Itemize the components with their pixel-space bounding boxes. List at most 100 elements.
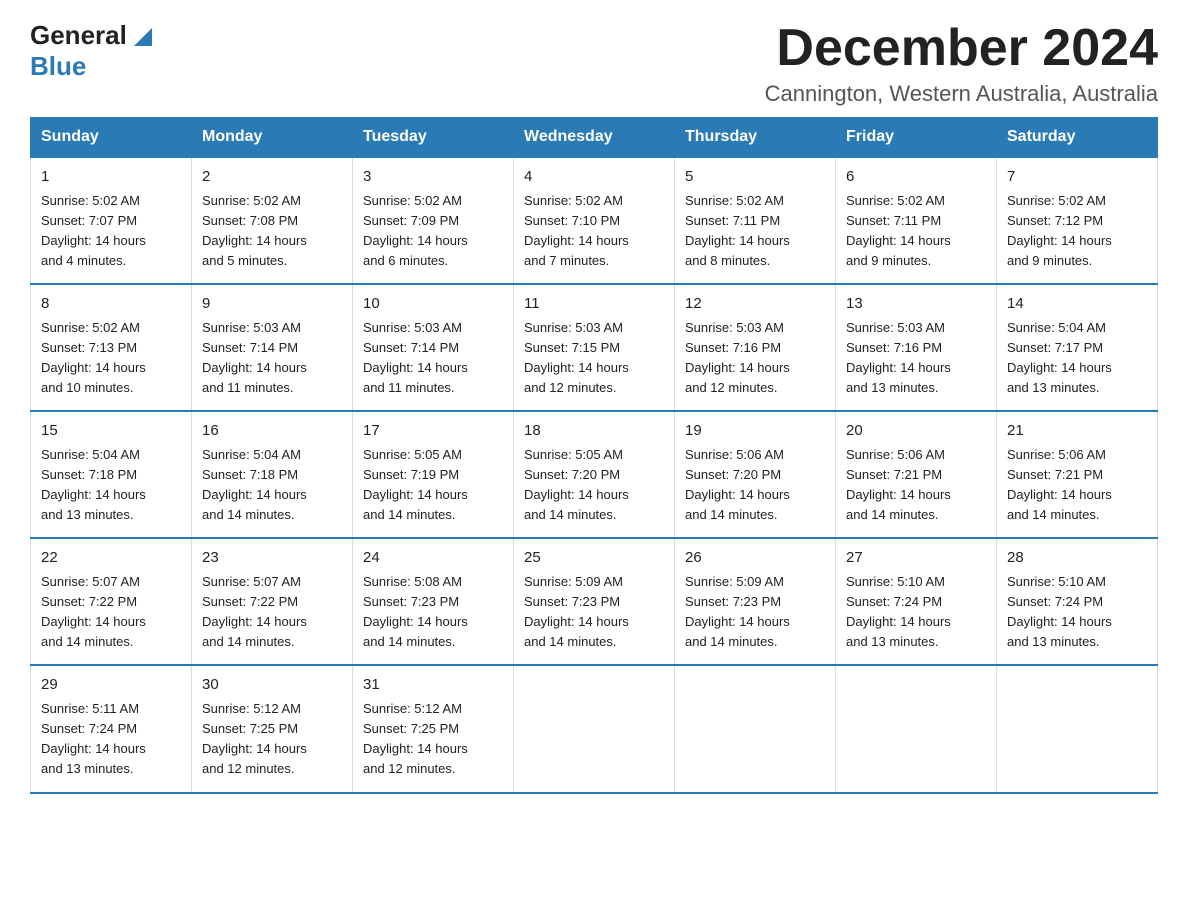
day-info: Sunrise: 5:02 AMSunset: 7:11 PMDaylight:… <box>685 193 790 268</box>
day-number: 6 <box>846 166 986 189</box>
calendar-week-5: 29 Sunrise: 5:11 AMSunset: 7:24 PMDaylig… <box>31 665 1158 792</box>
calendar-day-cell: 28 Sunrise: 5:10 AMSunset: 7:24 PMDaylig… <box>997 538 1158 665</box>
calendar-day-cell: 21 Sunrise: 5:06 AMSunset: 7:21 PMDaylig… <box>997 411 1158 538</box>
header-wednesday: Wednesday <box>514 118 675 158</box>
calendar-day-cell: 17 Sunrise: 5:05 AMSunset: 7:19 PMDaylig… <box>353 411 514 538</box>
calendar-day-cell: 22 Sunrise: 5:07 AMSunset: 7:22 PMDaylig… <box>31 538 192 665</box>
day-info: Sunrise: 5:02 AMSunset: 7:10 PMDaylight:… <box>524 193 629 268</box>
day-number: 30 <box>202 674 342 697</box>
day-info: Sunrise: 5:02 AMSunset: 7:11 PMDaylight:… <box>846 193 951 268</box>
calendar-day-cell: 19 Sunrise: 5:06 AMSunset: 7:20 PMDaylig… <box>675 411 836 538</box>
logo: General Blue <box>30 20 156 82</box>
calendar-day-cell: 27 Sunrise: 5:10 AMSunset: 7:24 PMDaylig… <box>836 538 997 665</box>
day-number: 5 <box>685 166 825 189</box>
day-number: 19 <box>685 420 825 443</box>
calendar-day-cell: 6 Sunrise: 5:02 AMSunset: 7:11 PMDayligh… <box>836 157 997 284</box>
page-header: General Blue December 2024 Cannington, W… <box>30 20 1158 107</box>
day-number: 25 <box>524 547 664 570</box>
day-info: Sunrise: 5:09 AMSunset: 7:23 PMDaylight:… <box>685 574 790 649</box>
calendar-week-1: 1 Sunrise: 5:02 AMSunset: 7:07 PMDayligh… <box>31 157 1158 284</box>
day-number: 22 <box>41 547 181 570</box>
calendar-day-cell: 5 Sunrise: 5:02 AMSunset: 7:11 PMDayligh… <box>675 157 836 284</box>
day-info: Sunrise: 5:02 AMSunset: 7:13 PMDaylight:… <box>41 320 146 395</box>
calendar-week-4: 22 Sunrise: 5:07 AMSunset: 7:22 PMDaylig… <box>31 538 1158 665</box>
day-info: Sunrise: 5:12 AMSunset: 7:25 PMDaylight:… <box>363 701 468 776</box>
day-info: Sunrise: 5:11 AMSunset: 7:24 PMDaylight:… <box>41 701 146 776</box>
calendar-day-cell: 3 Sunrise: 5:02 AMSunset: 7:09 PMDayligh… <box>353 157 514 284</box>
header-tuesday: Tuesday <box>353 118 514 158</box>
calendar-day-cell: 20 Sunrise: 5:06 AMSunset: 7:21 PMDaylig… <box>836 411 997 538</box>
day-number: 3 <box>363 166 503 189</box>
day-number: 29 <box>41 674 181 697</box>
day-info: Sunrise: 5:04 AMSunset: 7:17 PMDaylight:… <box>1007 320 1112 395</box>
calendar-table: Sunday Monday Tuesday Wednesday Thursday… <box>30 117 1158 793</box>
day-info: Sunrise: 5:02 AMSunset: 7:07 PMDaylight:… <box>41 193 146 268</box>
day-info: Sunrise: 5:03 AMSunset: 7:14 PMDaylight:… <box>202 320 307 395</box>
day-number: 9 <box>202 293 342 316</box>
day-number: 26 <box>685 547 825 570</box>
calendar-day-cell: 8 Sunrise: 5:02 AMSunset: 7:13 PMDayligh… <box>31 284 192 411</box>
day-info: Sunrise: 5:03 AMSunset: 7:16 PMDaylight:… <box>685 320 790 395</box>
day-number: 24 <box>363 547 503 570</box>
day-number: 1 <box>41 166 181 189</box>
day-info: Sunrise: 5:03 AMSunset: 7:15 PMDaylight:… <box>524 320 629 395</box>
logo-blue-text: Blue <box>30 51 86 81</box>
day-info: Sunrise: 5:06 AMSunset: 7:21 PMDaylight:… <box>1007 447 1112 522</box>
calendar-day-cell: 7 Sunrise: 5:02 AMSunset: 7:12 PMDayligh… <box>997 157 1158 284</box>
header-sunday: Sunday <box>31 118 192 158</box>
day-number: 27 <box>846 547 986 570</box>
calendar-day-cell: 9 Sunrise: 5:03 AMSunset: 7:14 PMDayligh… <box>192 284 353 411</box>
title-block: December 2024 Cannington, Western Austra… <box>765 20 1158 107</box>
header-monday: Monday <box>192 118 353 158</box>
calendar-day-cell: 24 Sunrise: 5:08 AMSunset: 7:23 PMDaylig… <box>353 538 514 665</box>
day-info: Sunrise: 5:02 AMSunset: 7:12 PMDaylight:… <box>1007 193 1112 268</box>
day-number: 4 <box>524 166 664 189</box>
header-thursday: Thursday <box>675 118 836 158</box>
day-info: Sunrise: 5:07 AMSunset: 7:22 PMDaylight:… <box>41 574 146 649</box>
calendar-day-cell: 16 Sunrise: 5:04 AMSunset: 7:18 PMDaylig… <box>192 411 353 538</box>
day-number: 11 <box>524 293 664 316</box>
header-friday: Friday <box>836 118 997 158</box>
calendar-day-cell: 14 Sunrise: 5:04 AMSunset: 7:17 PMDaylig… <box>997 284 1158 411</box>
day-number: 15 <box>41 420 181 443</box>
day-info: Sunrise: 5:05 AMSunset: 7:19 PMDaylight:… <box>363 447 468 522</box>
calendar-day-cell: 26 Sunrise: 5:09 AMSunset: 7:23 PMDaylig… <box>675 538 836 665</box>
calendar-day-cell: 13 Sunrise: 5:03 AMSunset: 7:16 PMDaylig… <box>836 284 997 411</box>
calendar-day-cell <box>997 665 1158 792</box>
calendar-week-2: 8 Sunrise: 5:02 AMSunset: 7:13 PMDayligh… <box>31 284 1158 411</box>
calendar-day-cell: 30 Sunrise: 5:12 AMSunset: 7:25 PMDaylig… <box>192 665 353 792</box>
day-info: Sunrise: 5:06 AMSunset: 7:20 PMDaylight:… <box>685 447 790 522</box>
day-info: Sunrise: 5:03 AMSunset: 7:14 PMDaylight:… <box>363 320 468 395</box>
calendar-day-cell <box>514 665 675 792</box>
calendar-week-3: 15 Sunrise: 5:04 AMSunset: 7:18 PMDaylig… <box>31 411 1158 538</box>
calendar-day-cell: 31 Sunrise: 5:12 AMSunset: 7:25 PMDaylig… <box>353 665 514 792</box>
day-number: 8 <box>41 293 181 316</box>
calendar-day-cell: 1 Sunrise: 5:02 AMSunset: 7:07 PMDayligh… <box>31 157 192 284</box>
calendar-day-cell: 12 Sunrise: 5:03 AMSunset: 7:16 PMDaylig… <box>675 284 836 411</box>
day-number: 21 <box>1007 420 1147 443</box>
day-number: 17 <box>363 420 503 443</box>
calendar-day-cell: 4 Sunrise: 5:02 AMSunset: 7:10 PMDayligh… <box>514 157 675 284</box>
day-number: 31 <box>363 674 503 697</box>
calendar-day-cell: 15 Sunrise: 5:04 AMSunset: 7:18 PMDaylig… <box>31 411 192 538</box>
day-number: 28 <box>1007 547 1147 570</box>
calendar-day-cell: 23 Sunrise: 5:07 AMSunset: 7:22 PMDaylig… <box>192 538 353 665</box>
day-info: Sunrise: 5:05 AMSunset: 7:20 PMDaylight:… <box>524 447 629 522</box>
calendar-day-cell <box>836 665 997 792</box>
day-info: Sunrise: 5:10 AMSunset: 7:24 PMDaylight:… <box>846 574 951 649</box>
day-number: 14 <box>1007 293 1147 316</box>
day-info: Sunrise: 5:12 AMSunset: 7:25 PMDaylight:… <box>202 701 307 776</box>
day-number: 20 <box>846 420 986 443</box>
day-info: Sunrise: 5:02 AMSunset: 7:08 PMDaylight:… <box>202 193 307 268</box>
day-number: 7 <box>1007 166 1147 189</box>
day-number: 13 <box>846 293 986 316</box>
day-info: Sunrise: 5:03 AMSunset: 7:16 PMDaylight:… <box>846 320 951 395</box>
weekday-header-row: Sunday Monday Tuesday Wednesday Thursday… <box>31 118 1158 158</box>
day-info: Sunrise: 5:04 AMSunset: 7:18 PMDaylight:… <box>202 447 307 522</box>
day-number: 10 <box>363 293 503 316</box>
logo-triangle-icon <box>130 24 156 50</box>
day-number: 18 <box>524 420 664 443</box>
day-info: Sunrise: 5:10 AMSunset: 7:24 PMDaylight:… <box>1007 574 1112 649</box>
day-info: Sunrise: 5:04 AMSunset: 7:18 PMDaylight:… <box>41 447 146 522</box>
calendar-day-cell: 18 Sunrise: 5:05 AMSunset: 7:20 PMDaylig… <box>514 411 675 538</box>
